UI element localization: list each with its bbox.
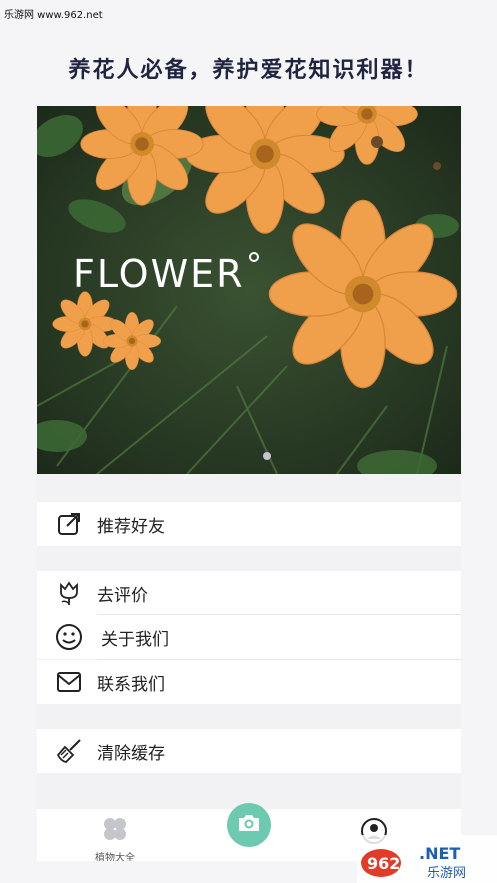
menu-item-rate[interactable]: 去评价 <box>37 571 461 615</box>
menu-label-contact: 联系我们 <box>97 674 165 695</box>
smile-icon <box>55 623 83 651</box>
watermark-top: 乐游网 www.962.net <box>4 10 103 21</box>
camera-button[interactable] <box>227 803 271 847</box>
degree-mark <box>249 252 259 262</box>
watermark-brand: 962 <box>367 854 400 873</box>
menu-label-recommend: 推荐好友 <box>97 516 165 537</box>
app-screen: FLOWER 推荐好友 去评价 关于我们 联系我们 清除缓存 植物大全 <box>37 106 461 861</box>
tab-plants-label: 植物大全 <box>95 853 135 861</box>
tulip-icon <box>55 579 83 607</box>
watermark-badge: 962 .NET 乐游网 <box>357 835 497 883</box>
menu-label-rate: 去评价 <box>97 585 148 606</box>
watermark-tld: .NET <box>419 844 460 863</box>
tab-plants[interactable]: 植物大全 <box>85 815 145 861</box>
promo-headline: 养花人必备，养护爱花知识利器！ <box>68 58 429 83</box>
broom-icon <box>55 737 83 765</box>
mail-icon <box>55 668 83 696</box>
menu-label-about: 关于我们 <box>101 629 169 650</box>
menu-item-recommend[interactable]: 推荐好友 <box>37 502 461 546</box>
menu-label-clear-cache: 清除缓存 <box>97 743 165 764</box>
hero-title: FLOWER <box>73 252 245 296</box>
share-icon <box>55 510 83 538</box>
menu-sheet: 推荐好友 去评价 关于我们 联系我们 清除缓存 植物大全 <box>37 474 461 861</box>
watermark-cn: 乐游网 <box>427 866 466 881</box>
hero-banner: FLOWER <box>37 106 461 474</box>
menu-item-about[interactable]: 关于我们 <box>37 615 461 659</box>
clover-icon <box>85 815 145 847</box>
camera-icon <box>237 813 261 837</box>
menu-item-clear-cache[interactable]: 清除缓存 <box>37 729 461 773</box>
menu-item-contact[interactable]: 联系我们 <box>37 660 461 704</box>
